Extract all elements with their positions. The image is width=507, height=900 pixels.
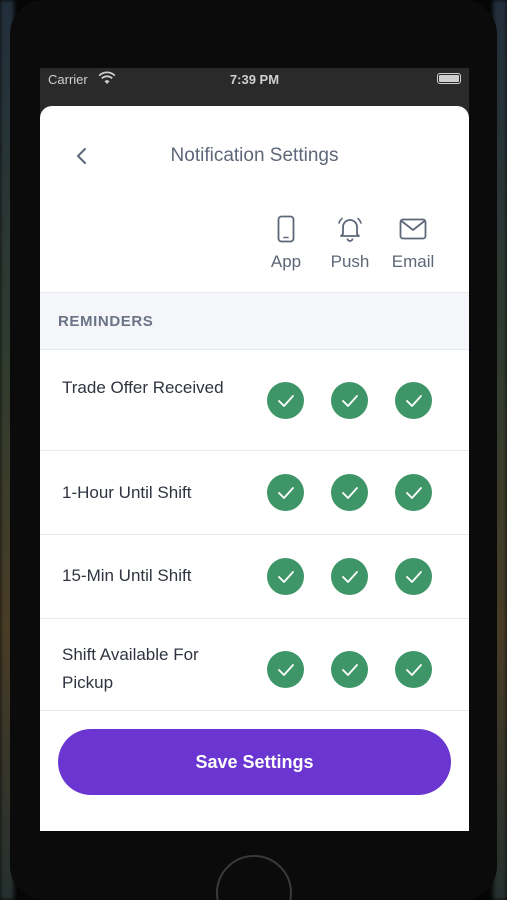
checkmark-icon xyxy=(277,570,294,583)
checkmark-icon xyxy=(341,570,358,583)
envelope-icon xyxy=(399,218,427,240)
checkmark-icon xyxy=(277,486,294,499)
status-bar: Carrier 7:39 PM xyxy=(40,68,469,92)
checkmark-icon xyxy=(277,394,294,407)
channel-app-label: App xyxy=(270,252,302,271)
notification-settings-sheet: Notification Settings App Push Email REM… xyxy=(40,106,469,831)
save-settings-button[interactable]: Save Settings xyxy=(58,729,451,795)
reminder-label: Trade Offer Received xyxy=(62,378,224,397)
reminder-label: 15-Min Until Shift xyxy=(62,566,192,585)
channel-push-label: Push xyxy=(330,252,370,271)
list-item: Shift Available For Pickup xyxy=(40,619,469,719)
list-item: 15-Min Until Shift xyxy=(40,535,469,619)
channel-email-label: Email xyxy=(391,252,435,271)
section-title: REMINDERS xyxy=(58,313,154,330)
list-item: 1-Hour Until Shift xyxy=(40,451,469,535)
toggle-email[interactable] xyxy=(395,382,432,419)
footer: Save Settings xyxy=(40,710,469,831)
toggle-email[interactable] xyxy=(395,558,432,595)
battery-icon xyxy=(437,73,461,84)
reminder-label: Shift Available For Pickup xyxy=(62,645,199,692)
channel-headers: App Push Email xyxy=(40,214,469,289)
toggle-push[interactable] xyxy=(331,651,368,688)
list-item: Trade Offer Received xyxy=(40,350,469,451)
section-header-reminders: REMINDERS xyxy=(40,292,469,350)
bell-icon xyxy=(338,217,362,242)
toggle-push[interactable] xyxy=(331,474,368,511)
phone-icon xyxy=(277,215,295,243)
channel-email: Email xyxy=(381,214,445,272)
toggle-app[interactable] xyxy=(267,474,304,511)
toggle-app[interactable] xyxy=(267,558,304,595)
toggle-push[interactable] xyxy=(331,558,368,595)
checkmark-icon xyxy=(405,394,422,407)
toggle-email[interactable] xyxy=(395,474,432,511)
checkmark-icon xyxy=(341,663,358,676)
page-title: Notification Settings xyxy=(170,145,339,166)
device-frame: Carrier 7:39 PM Notification Settings Ap… xyxy=(0,0,507,900)
channel-app: App xyxy=(254,214,318,272)
screen: Carrier 7:39 PM Notification Settings Ap… xyxy=(40,68,469,831)
reminder-label: 1-Hour Until Shift xyxy=(62,483,192,502)
checkmark-icon xyxy=(277,663,294,676)
reminders-list: Trade Offer Received 1-Hour Until Shift xyxy=(40,350,469,719)
toggle-app[interactable] xyxy=(267,382,304,419)
checkmark-icon xyxy=(405,663,422,676)
checkmark-icon xyxy=(405,570,422,583)
checkmark-icon xyxy=(341,394,358,407)
channel-push: Push xyxy=(318,214,382,272)
header: Notification Settings xyxy=(40,106,469,206)
checkmark-icon xyxy=(405,486,422,499)
toggle-push[interactable] xyxy=(331,382,368,419)
toggle-app[interactable] xyxy=(267,651,304,688)
toggle-email[interactable] xyxy=(395,651,432,688)
checkmark-icon xyxy=(341,486,358,499)
status-time: 7:39 PM xyxy=(229,72,280,87)
